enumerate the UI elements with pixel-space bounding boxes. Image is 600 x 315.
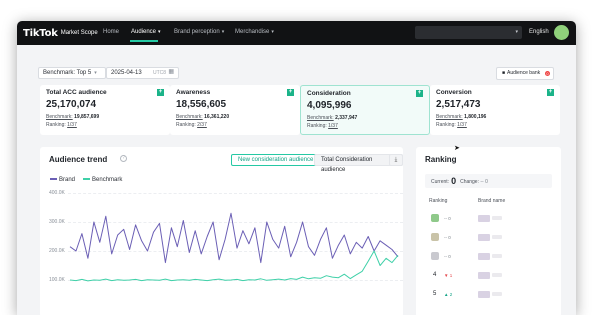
audience-bank-button[interactable]: ■ Audience bank 0 [496,67,554,80]
audience-bank-label: Audience bank [507,70,541,76]
calendar-icon: ▦ [168,69,174,75]
rank-number: 4 [433,272,437,278]
add-icon[interactable]: + [157,89,164,96]
series-line-brand[interactable] [69,212,399,264]
kpi-benchmark: Benchmark: 1,800,196 [436,114,487,120]
notification-badge: 0 [545,71,550,76]
medal-icon [431,252,439,260]
benchmark-select-value: Benchmark: Top 5 [43,70,92,76]
folder-icon: ■ [502,70,506,76]
kpi-title: Awareness [176,89,211,96]
rank-number: 5 [433,291,437,297]
ranking-summary: Current: 0 Change: -- 0 [425,174,552,188]
chevron-down-icon: ▾ [158,29,161,35]
rank-delta: ▼ 1 [444,273,453,278]
date-picker[interactable]: 2025-04-13 UTC8 ▦ [106,67,179,79]
audience-trend-chart[interactable] [40,147,403,315]
ranking-row[interactable]: -- 0 [425,230,552,246]
kpi-card-conversion[interactable]: Conversion 2,517,473 Benchmark: 1,800,19… [430,85,560,135]
benchmark-select[interactable]: Benchmark: Top 5 ▾ [38,67,106,79]
active-nav-indicator [130,40,158,42]
series-line-benchmark[interactable] [69,250,399,282]
brand-name-placeholder [492,254,502,258]
chevron-down-icon: ▾ [221,29,225,35]
mouse-cursor: ➤ [454,145,460,152]
filter-bar: Benchmark: Top 5 ▾ 2025-04-13 UTC8 ▦ ■ Aud… [17,61,576,85]
brand-name-placeholder [492,273,502,277]
nav-item-home[interactable]: Home [103,29,119,35]
chevron-down-icon: ▾ [271,29,274,35]
kpi-ranking: Ranking: 2/37 [176,122,207,128]
kpi-value: 2,517,473 [436,99,481,110]
rank-change-value: -- 0 [480,179,488,185]
nav-item-label: Audience [131,29,157,35]
ranking-panel: Ranking Current: 0 Change: -- 0 Ranking Br… [416,147,561,315]
nav-item-audience[interactable]: Audience ▾ [131,29,161,35]
ranking-row[interactable]: -- 0 [425,249,552,265]
kpi-title: Total ACC audience [46,89,107,96]
brand-name-placeholder [492,216,502,220]
nav-item-label: Merchandise [235,29,270,35]
brand-logo [478,253,490,260]
chevron-down-icon: ▾ [515,29,518,35]
add-icon[interactable]: + [287,89,294,96]
kpi-ranking: Ranking: 1/37 [46,122,77,128]
column-header-brand: Brand name [478,198,506,204]
kpi-benchmark: Benchmark: 2,337,947 [307,115,358,121]
medal-icon [431,233,439,241]
kpi-value: 25,170,074 [46,99,97,110]
ranking-row[interactable]: 4 ▼ 1 [425,268,552,284]
date-picker-value: 2025-04-13 [111,70,142,76]
product-name: Market Scope [60,30,98,36]
rank-delta: ▲ 2 [444,292,453,297]
brand-logo [478,234,490,241]
kpi-card-consideration[interactable]: Consideration 4,095,996 Benchmark: 2,337… [300,85,430,135]
nav-item-label: Brand perception [174,29,220,35]
brand-logo [478,215,490,222]
rank-delta: -- 0 [444,216,451,221]
nav-item-brand-perception[interactable]: Brand perception ▾ [174,29,224,35]
timezone-label: UTC8 [153,70,167,76]
app-window: TikTok Market Scope Home Audience ▾ Brand… [17,21,576,315]
kpi-benchmark: Benchmark: 19,857,699 [46,114,100,120]
ranking-title: Ranking [425,155,457,164]
column-header-ranking: Ranking [429,198,448,204]
tiktok-logo[interactable]: TikTok [23,28,58,39]
ranking-table-header: Ranking Brand name [425,194,552,208]
add-icon[interactable]: + [416,90,423,97]
kpi-ranking: Ranking: 1/37 [436,122,467,128]
brand-name-placeholder [492,292,502,296]
kpi-ranking: Ranking: 1/37 [307,123,338,129]
kpi-title: Conversion [436,89,472,96]
rank-delta: -- 0 [444,235,451,240]
audience-trend-panel: Audience trend ? New consideration audie… [40,147,403,315]
chevron-down-icon: ▾ [94,70,97,76]
kpi-benchmark: Benchmark: 16,361,220 [176,114,230,120]
brand-logo [478,272,490,279]
add-icon[interactable]: + [547,89,554,96]
current-rank-value: 0 [451,176,457,186]
kpi-title: Consideration [307,90,351,97]
nav-item-label: Home [103,29,120,35]
brand-name-placeholder [492,235,502,239]
brand-select[interactable]: ▾ [415,26,522,39]
nav-item-merchandise[interactable]: Merchandise ▾ [235,29,274,35]
kpi-value: 4,095,996 [307,100,352,111]
ranking-row[interactable]: 5 ▲ 2 [425,287,552,303]
ranking-row[interactable]: -- 0 [425,211,552,227]
kpi-card-awareness[interactable]: Awareness 18,556,605 Benchmark: 16,361,2… [170,85,300,135]
medal-icon [431,214,439,222]
top-nav: TikTok Market Scope Home Audience ▾ Brand… [17,21,576,45]
brand-logo [478,291,490,298]
language-switch[interactable]: English [529,29,549,35]
kpi-card-total-acc[interactable]: Total ACC audience 25,170,074 Benchmark:… [40,85,170,135]
rank-delta: -- 0 [444,254,451,259]
avatar[interactable] [554,25,569,40]
kpi-value: 18,556,605 [176,99,227,110]
